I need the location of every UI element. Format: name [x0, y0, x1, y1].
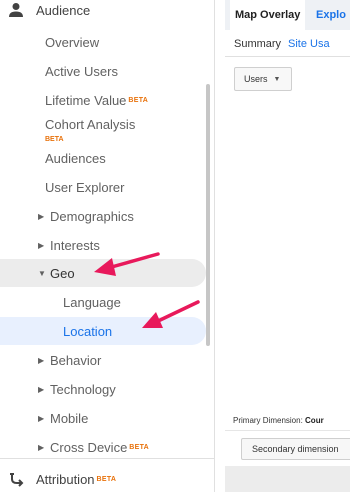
beta-badge: BETA — [129, 443, 150, 451]
chevron-right-icon: ▶ — [38, 442, 45, 452]
sidebar-item-audiences[interactable]: Audiences — [0, 144, 206, 172]
sidebar-item-label: Geo — [50, 265, 75, 281]
sidebar-item-cohort-analysis[interactable]: Cohort Analysis BETA — [0, 110, 206, 144]
chevron-right-icon: ▶ — [38, 413, 45, 423]
primary-dimension: Primary Dimension: Cour — [233, 416, 324, 425]
sidebar-item-cross-device[interactable]: ▶ Cross Device BETA — [0, 433, 206, 461]
sidebar-item-label: Active Users — [45, 63, 118, 79]
metric-dropdown-value: Users — [244, 74, 268, 84]
table-header — [225, 466, 350, 492]
sidebar-item-technology[interactable]: ▶ Technology — [0, 375, 206, 403]
sidebar-item-demographics[interactable]: ▶ Demographics — [0, 202, 206, 230]
sidebar-item-label: Attribution — [36, 471, 95, 487]
attribution-icon — [10, 473, 24, 487]
sidebar-item-label: Lifetime Value — [45, 92, 127, 108]
sidebar-item-active-users[interactable]: Active Users — [0, 57, 206, 85]
primary-dimension-value[interactable]: Cour — [305, 416, 324, 425]
beta-badge: BETA — [128, 96, 149, 104]
sidebar-item-user-explorer[interactable]: User Explorer — [0, 173, 206, 201]
sidebar-item-attribution[interactable]: Attribution BETA — [0, 465, 206, 493]
report-tab-bar: Map Overlay Explo — [225, 0, 350, 30]
map-overlay-area[interactable] — [225, 98, 350, 403]
report-panel: Map Overlay Explo Summary Site Usa Users… — [225, 0, 350, 492]
chevron-down-icon: ▼ — [38, 268, 46, 278]
sidebar-item-label: User Explorer — [45, 179, 125, 195]
sidebar-item-label: Overview — [45, 34, 100, 50]
chevron-right-icon: ▶ — [38, 384, 45, 394]
primary-dimension-label: Primary Dimension: — [233, 416, 303, 425]
sidebar-item-label: Technology — [50, 381, 116, 397]
chevron-right-icon: ▶ — [38, 211, 45, 221]
chevron-right-icon: ▶ — [38, 355, 45, 365]
tab-map-overlay[interactable]: Map Overlay — [230, 0, 306, 30]
sidebar-item-mobile[interactable]: ▶ Mobile — [0, 404, 206, 432]
tab-explorer[interactable]: Explo — [311, 0, 350, 30]
annotation-arrow-geo — [94, 252, 160, 276]
report-subtabs: Summary Site Usa — [225, 30, 350, 57]
chevron-right-icon: ▶ — [38, 240, 45, 250]
subtab-summary[interactable]: Summary — [234, 38, 281, 50]
sidebar-item-label: Behavior — [50, 352, 102, 368]
sidebar: Audience Overview Active Users Lifetime … — [0, 0, 215, 492]
sidebar-item-overview[interactable]: Overview — [0, 28, 206, 56]
sidebar-item-label: Audiences — [45, 150, 106, 166]
chevron-down-icon: ▼ — [273, 75, 281, 83]
sidebar-divider — [0, 458, 214, 459]
sidebar-item-label: Language — [63, 294, 121, 310]
secondary-dimension-button[interactable]: Secondary dimension — [241, 438, 350, 460]
sidebar-item-label: Cross Device — [50, 439, 128, 455]
sidebar-item-audience[interactable]: Audience — [0, 0, 206, 24]
subtab-site-usage[interactable]: Site Usa — [288, 38, 330, 50]
sidebar-item-label: Demographics — [50, 208, 134, 224]
sidebar-item-label: Audience — [36, 2, 91, 18]
beta-badge: BETA — [96, 475, 117, 483]
person-icon — [9, 3, 23, 17]
sidebar-item-label: Mobile — [50, 410, 89, 426]
metric-dropdown[interactable]: Users ▼ — [234, 67, 292, 91]
annotation-arrow-location — [142, 300, 200, 328]
beta-badge: BETA — [45, 136, 64, 143]
sidebar-scrollbar[interactable] — [206, 84, 210, 346]
sidebar-item-label: Location — [63, 323, 113, 339]
divider — [225, 430, 350, 431]
sidebar-item-behavior[interactable]: ▶ Behavior — [0, 346, 206, 374]
sidebar-item-label: Cohort Analysis — [45, 116, 136, 132]
